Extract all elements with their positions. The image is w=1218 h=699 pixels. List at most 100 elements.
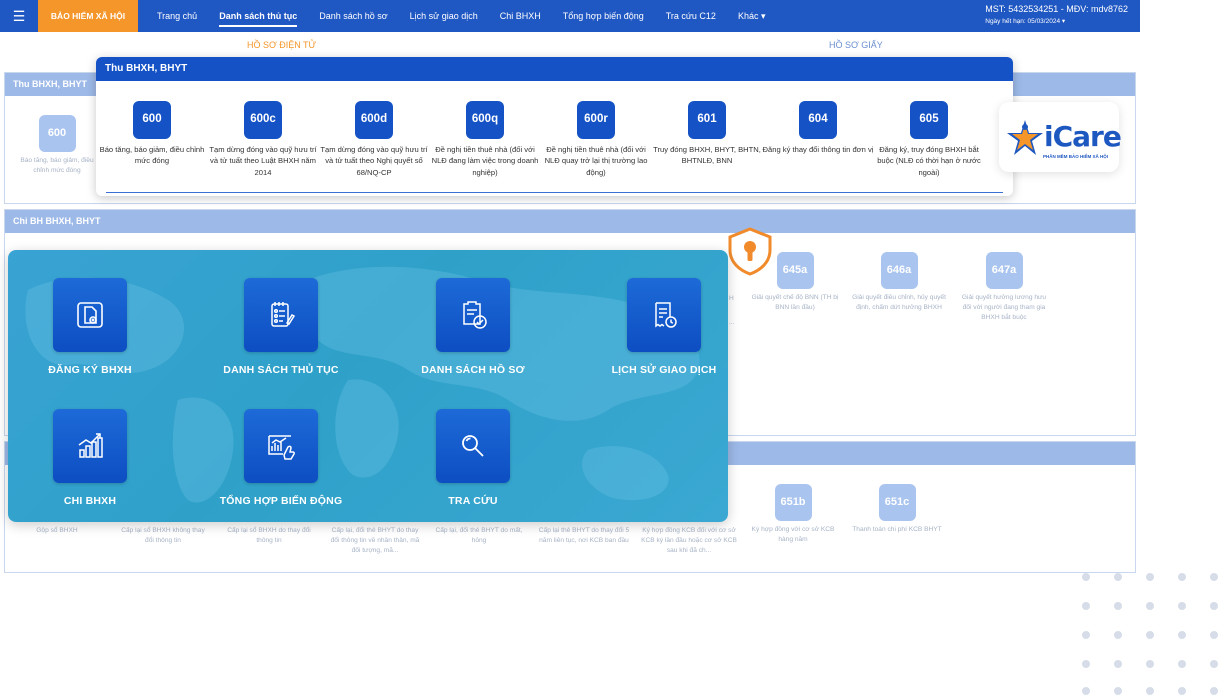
tab-paper-docs[interactable]: HỒ SƠ GIẤY — [829, 40, 883, 50]
account-info[interactable]: MST: 5432534251 - MĐV: mdv8762 Ngày hết … — [985, 4, 1128, 25]
procedure-card[interactable]: Cấp lại, đổi thẻ BHYT do thay đổi thông … — [327, 526, 423, 556]
brand-label[interactable]: BẢO HIỂM XÃ HỘI — [38, 0, 138, 32]
procedure-desc: Báo tăng, báo giảm, điều chỉnh mức đóng — [99, 145, 205, 166]
procedure-cards: 600 Báo tăng, báo giảm, điều chỉnh mức đ… — [96, 101, 1013, 191]
tile-register-bhxh[interactable]: ĐĂNG KÝ BHXH — [8, 278, 190, 376]
procedure-code: 600r — [577, 101, 615, 139]
procedure-code: 651b — [774, 484, 812, 521]
nav-c12-lookup[interactable]: Tra cứu C12 — [666, 0, 716, 32]
procedure-desc-partial: H ... — [729, 295, 735, 326]
tile-label: DANH SÁCH HỒ SƠ — [421, 364, 525, 376]
procedure-desc: Ký hợp đồng với cơ sở KCB hàng năm — [751, 526, 835, 543]
tile-label: TỔNG HỢP BIẾN ĐỘNG — [219, 495, 343, 507]
procedure-code: 600 — [133, 101, 171, 139]
procedure-code: 647a — [985, 252, 1023, 289]
nav-transaction-history[interactable]: Lịch sử giao dịch — [410, 0, 478, 32]
procedure-card[interactable]: 646a Giải quyết điều chỉnh, hủy quyết đị… — [851, 252, 947, 313]
procedure-desc: Cấp lại sổ BHXH không thay đổi thông tin — [121, 527, 205, 544]
procedure-card-600q[interactable]: 600q Đề nghị tiền thuê nhà (đối với NLĐ … — [429, 101, 541, 178]
procedure-code: 600c — [244, 101, 282, 139]
document-type-tabs: HỒ SƠ ĐIỆN TỬ HỒ SƠ GIẤY — [0, 40, 1140, 54]
procedure-code: 600 — [38, 115, 76, 152]
tile-document-list[interactable]: DANH SÁCH HỒ SƠ — [373, 278, 573, 376]
nav-chi-bhxh[interactable]: Chi BHXH — [500, 0, 541, 32]
procedure-desc: Cấp lại thẻ BHYT do thay đổi 5 năm liên … — [538, 527, 630, 544]
procedure-card-601[interactable]: 601 Truy đóng BHXH, BHYT, BHTN, BHTNLĐ, … — [651, 101, 763, 167]
procedure-desc: Giải quyết chế độ BNN (TH bị BNN lần đầu… — [751, 294, 839, 311]
procedure-desc: Đề nghị tiền thuê nhà (đối với NLĐ đang … — [431, 145, 539, 177]
procedure-code: 605 — [910, 101, 948, 139]
tile-label: LỊCH SỬ GIAO DỊCH — [611, 364, 717, 376]
procedure-card[interactable]: 651b Ký hợp đồng với cơ sở KCB hàng năm — [747, 484, 839, 545]
procedure-card-600d[interactable]: 600d Tạm dừng đóng vào quỹ hưu trí và tử… — [318, 101, 430, 178]
nav-document-list[interactable]: Danh sách hồ sơ — [319, 0, 387, 32]
tile-procedure-list[interactable]: DANH SÁCH THỦ TỤC — [181, 278, 381, 376]
hamburger-icon[interactable]: ☰ — [0, 0, 38, 32]
main-nav: Trang chủ Danh sách thủ tục Danh sách hồ… — [146, 0, 776, 32]
procedure-card[interactable]: 647a Giải quyết hưởng lương hưu đối với … — [957, 252, 1051, 323]
icare-logo: iCare PHẦN MỀM BẢO HIỂM XÃ HỘI — [999, 102, 1122, 172]
procedure-card[interactable]: Gộp sổ BHXH — [17, 526, 97, 536]
procedure-code: 646a — [880, 252, 918, 289]
procedure-card[interactable]: Ký hợp đồng KCB đối với cơ sở KCB ký lần… — [639, 526, 739, 556]
clipboard-check-icon — [436, 278, 510, 352]
procedure-card[interactable]: Cấp lại sổ BHXH do thay đổi thông tin — [223, 526, 315, 546]
tile-label: DANH SÁCH THỦ TỤC — [223, 364, 339, 376]
nav-more[interactable]: Khác ▾ — [738, 0, 766, 32]
report-hand-icon — [244, 409, 318, 483]
bar-chart-icon — [53, 409, 127, 483]
procedure-card[interactable]: Cấp lại thẻ BHYT do thay đổi 5 năm liên … — [535, 526, 633, 546]
popup-title: Thu BHXH, BHYT — [96, 57, 1013, 81]
procedure-desc: Đăng ký thay đổi thông tin đơn vị — [762, 145, 874, 154]
thu-bhxh-popup: Thu BHXH, BHYT 600 Báo tăng, báo giảm, đ… — [96, 57, 1013, 196]
tile-label: ĐĂNG KÝ BHXH — [48, 364, 132, 376]
procedure-desc: Báo tăng, báo giảm, điều chỉnh mức đóng — [20, 157, 94, 174]
procedure-desc: Tạm dừng đóng vào quỹ hưu trí và tử tuất… — [209, 145, 317, 177]
procedure-desc: Giải quyết điều chỉnh, hủy quyết định, c… — [852, 294, 946, 311]
search-icon — [436, 409, 510, 483]
divider — [106, 192, 1003, 193]
logo-subtitle: PHẦN MỀM BẢO HIỂM XÃ HỘI — [1043, 154, 1109, 159]
procedure-code: 651c — [878, 484, 916, 521]
quick-access-dashboard: ĐĂNG KÝ BHXH DANH SÁCH THỦ TỤC DANH SÁCH — [8, 250, 728, 522]
procedure-card[interactable]: Cấp lại sổ BHXH không thay đổi thông tin — [117, 526, 209, 546]
procedure-desc: Giải quyết hưởng lương hưu đối với người… — [961, 294, 1047, 321]
shield-lock-icon — [728, 227, 772, 276]
procedure-card[interactable]: 651c Thanh toán chi phí KCB BHYT — [851, 484, 943, 535]
procedure-card[interactable]: Cấp lại, đổi thẻ BHYT do mất, hỏng — [433, 526, 525, 546]
tile-label: CHI BHXH — [63, 495, 117, 507]
procedure-card-605[interactable]: 605 Đăng ký, truy đóng BHXH bắt buộc (NL… — [873, 101, 985, 178]
nav-home[interactable]: Trang chủ — [157, 0, 197, 32]
procedure-desc: Thanh toán chi phí KCB BHYT — [852, 526, 942, 533]
procedure-desc: Đề nghị tiền thuê nhà (đối với NLĐ quay … — [544, 145, 648, 177]
tab-electronic-docs[interactable]: HỒ SƠ ĐIỆN TỬ — [247, 40, 316, 50]
procedure-code: 645a — [776, 252, 814, 289]
procedure-desc: Truy đóng BHXH, BHYT, BHTN, BHTNLĐ, BNN — [653, 145, 761, 166]
procedure-card-600[interactable]: 600 Báo tăng, báo giảm, điều chỉnh mức đ… — [96, 101, 208, 167]
procedure-desc: Tạm dừng đóng vào quỹ hưu trí và tử tuất… — [320, 145, 428, 177]
procedure-code: 604 — [799, 101, 837, 139]
procedure-desc: Gộp sổ BHXH — [36, 527, 78, 534]
document-add-icon — [53, 278, 127, 352]
tile-summary-changes[interactable]: TỔNG HỢP BIẾN ĐỘNG — [181, 409, 381, 507]
procedure-card-600r[interactable]: 600r Đề nghị tiền thuê nhà (đối với NLĐ … — [540, 101, 652, 178]
procedure-card-600c[interactable]: 600c Tạm dừng đóng vào quỹ hưu trí và tử… — [207, 101, 319, 178]
expiry-date[interactable]: Ngày hết hạn: 05/03/2024 ▾ — [985, 17, 1128, 25]
procedure-card-604[interactable]: 604 Đăng ký thay đổi thông tin đơn vị — [762, 101, 874, 155]
procedure-code: 600q — [466, 101, 504, 139]
nav-procedure-list[interactable]: Danh sách thủ tục — [219, 0, 298, 32]
star-person-icon — [1007, 120, 1043, 155]
procedure-card[interactable]: 600 Báo tăng, báo giảm, điều chỉnh mức đ… — [13, 115, 101, 176]
procedure-code: 601 — [688, 101, 726, 139]
top-navbar: ☰ BẢO HIỂM XÃ HỘI Trang chủ Danh sách th… — [0, 0, 1140, 32]
tile-label: TRA CỨU — [448, 495, 498, 507]
tile-lookup[interactable]: TRA CỨU — [373, 409, 573, 507]
nav-summary[interactable]: Tổng hợp biến động — [563, 0, 644, 32]
procedure-desc: Cấp lại sổ BHXH do thay đổi thông tin — [227, 527, 311, 544]
procedure-desc: Ký hợp đồng KCB đối với cơ sở KCB ký lần… — [641, 527, 737, 554]
account-id: MST: 5432534251 - MĐV: mdv8762 — [985, 4, 1128, 14]
tile-transaction-history[interactable]: LỊCH SỬ GIAO DỊCH — [564, 278, 728, 376]
procedure-desc: Đăng ký, truy đóng BHXH bắt buộc (NLĐ có… — [877, 145, 981, 177]
checklist-icon — [244, 278, 318, 352]
tile-chi-bhxh[interactable]: CHI BHXH — [8, 409, 190, 507]
